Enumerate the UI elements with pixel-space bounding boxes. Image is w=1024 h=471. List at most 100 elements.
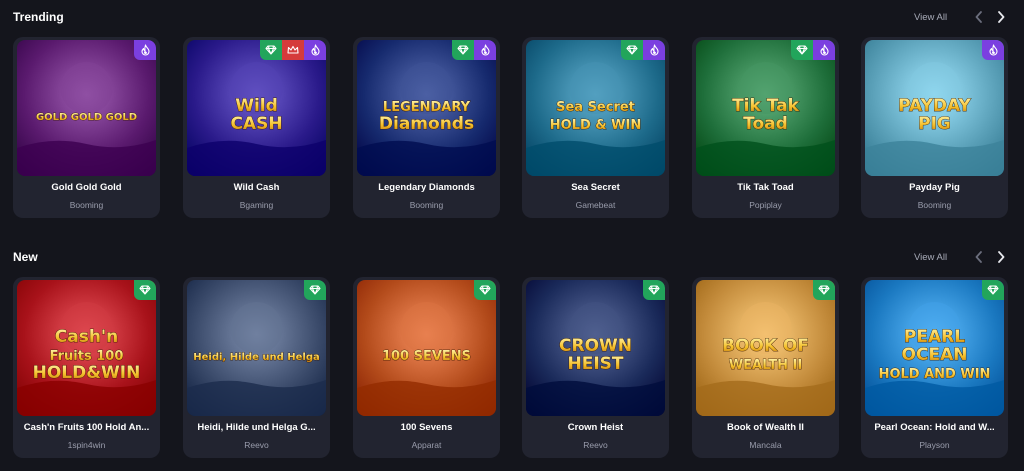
- game-thumbnail[interactable]: Tik Tak Toad: [696, 40, 835, 176]
- game-logo-text: HOLD AND WIN: [879, 367, 991, 382]
- game-thumbnail[interactable]: CROWN HEIST: [526, 280, 665, 416]
- game-artwork: Sea Secret HOLD & WIN: [526, 40, 665, 176]
- diamond-icon: [474, 280, 496, 300]
- game-card[interactable]: GOLD GOLD GOLD Gold Gold Gold Booming: [13, 37, 160, 218]
- chevron-left-icon: [975, 11, 982, 23]
- game-artwork: GOLD GOLD GOLD: [17, 40, 156, 176]
- game-logo-text: Tik Tak: [732, 96, 800, 116]
- game-thumbnail[interactable]: PAYDAY PIG: [865, 40, 1004, 176]
- game-artwork: Tik TakToad: [696, 40, 835, 176]
- game-provider: 1spin4win: [67, 440, 106, 450]
- game-thumbnail[interactable]: Wild CASH: [187, 40, 326, 176]
- trending-games-row: GOLD GOLD GOLD Gold Gold Gold Booming Wild C…: [0, 37, 1024, 220]
- diamond-icon: [813, 280, 835, 300]
- game-title: Pearl Ocean: Hold and W...: [874, 422, 995, 433]
- game-provider: Apparat: [411, 440, 442, 450]
- carousel-next-button[interactable]: [994, 8, 1008, 26]
- game-logo-text: CASH: [230, 114, 282, 134]
- game-artwork: WildCASH: [187, 40, 326, 176]
- game-artwork: LEGENDARYDiamonds: [357, 40, 496, 176]
- game-provider: Popiplay: [749, 200, 782, 210]
- game-artwork: Heidi, Hilde und Helga: [187, 280, 326, 416]
- new-section: New View All Cash'n Fruits 100 HOLD&WIN Cas…: [0, 240, 1024, 458]
- game-card[interactable]: PAYDAY PIG Payday Pig Booming: [861, 37, 1008, 218]
- game-provider: Playson: [919, 440, 950, 450]
- game-logo-text: OCEAN: [902, 345, 968, 365]
- game-logo-text: PIG: [918, 114, 951, 134]
- game-logo-text: PAYDAY: [898, 96, 971, 116]
- diamond-icon: [791, 40, 813, 60]
- game-artwork: Cash'n Fruits 100HOLD&WIN: [17, 280, 156, 416]
- game-thumbnail[interactable]: PEARL OCEAN HOLD AND WIN: [865, 280, 1004, 416]
- game-title: 100 Sevens: [400, 422, 453, 433]
- game-badges: [791, 40, 835, 60]
- game-artwork: PAYDAYPIG: [865, 40, 1004, 176]
- game-logo-text: Sea Secret: [556, 100, 635, 115]
- game-logo-text: CROWN: [559, 336, 632, 356]
- game-title: Wild Cash: [233, 182, 280, 193]
- game-title: Payday Pig: [909, 182, 960, 193]
- game-logo-text: HOLD&WIN: [33, 363, 141, 383]
- game-provider: Reevo: [244, 440, 269, 450]
- flame-icon: [304, 40, 326, 60]
- game-card[interactable]: Cash'n Fruits 100 HOLD&WIN Cash'n Fruits 10…: [13, 277, 160, 458]
- trending-section: Trending View All GOLD GOLD GOLD Gold Gol…: [0, 0, 1024, 218]
- game-logo-text: GOLD GOLD GOLD: [36, 112, 137, 123]
- diamond-icon: [982, 280, 1004, 300]
- carousel-next-button[interactable]: [994, 248, 1008, 266]
- game-badges: [474, 280, 496, 300]
- game-title: Cash'n Fruits 100 Hold An...: [23, 422, 150, 433]
- game-card[interactable]: Wild CASH Wild Cash Bgaming: [183, 37, 330, 218]
- game-thumbnail[interactable]: LEGENDARY Diamonds: [357, 40, 496, 176]
- game-provider: Booming: [69, 200, 104, 210]
- game-logo-text: 100 SEVENS: [382, 349, 471, 364]
- game-thumbnail[interactable]: Sea Secret HOLD & WIN: [526, 40, 665, 176]
- game-logo-text: LEGENDARY: [383, 100, 471, 115]
- game-logo-text: Cash'n: [55, 327, 118, 347]
- trending-header: Trending View All: [0, 0, 1024, 34]
- flame-icon: [134, 40, 156, 60]
- game-provider: Booming: [917, 200, 952, 210]
- game-card[interactable]: BOOK OF WEALTH II Book of Wealth II Mancala: [692, 277, 839, 458]
- chevron-right-icon: [998, 251, 1005, 263]
- game-card[interactable]: PEARL OCEAN HOLD AND WIN Pearl Ocean: Hold …: [861, 277, 1008, 458]
- game-title: Sea Secret: [571, 182, 620, 193]
- chevron-right-icon: [998, 11, 1005, 23]
- flame-icon: [474, 40, 496, 60]
- diamond-icon: [260, 40, 282, 60]
- section-title: New: [13, 250, 38, 264]
- diamond-icon: [452, 40, 474, 60]
- chevron-left-icon: [975, 251, 982, 263]
- game-thumbnail[interactable]: BOOK OF WEALTH II: [696, 280, 835, 416]
- game-card[interactable]: CROWN HEIST Crown Heist Reevo: [522, 277, 669, 458]
- game-provider: Gamebeat: [575, 200, 616, 210]
- game-card[interactable]: 100 SEVENS 100 Sevens Apparat: [353, 277, 500, 458]
- view-all-link[interactable]: View All: [914, 252, 947, 263]
- game-thumbnail[interactable]: 100 SEVENS: [357, 280, 496, 416]
- game-badges: [304, 280, 326, 300]
- view-all-link[interactable]: View All: [914, 12, 947, 23]
- game-logo-text: WEALTH II: [729, 358, 802, 373]
- game-logo-text: Diamonds: [379, 114, 474, 134]
- game-provider: Reevo: [583, 440, 608, 450]
- game-badges: [621, 40, 665, 60]
- game-logo-text: Toad: [743, 114, 788, 134]
- game-thumbnail[interactable]: Cash'n Fruits 100 HOLD&WIN: [17, 280, 156, 416]
- game-thumbnail[interactable]: Heidi, Hilde und Helga: [187, 280, 326, 416]
- game-badges: [134, 280, 156, 300]
- game-card[interactable]: Heidi, Hilde und Helga Heidi, Hilde und H…: [183, 277, 330, 458]
- game-badges: [260, 40, 326, 60]
- game-provider: Booming: [409, 200, 444, 210]
- game-badges: [982, 40, 1004, 60]
- game-card[interactable]: LEGENDARY Diamonds Legendary Diamonds Boomi…: [353, 37, 500, 218]
- flame-icon: [643, 40, 665, 60]
- diamond-icon: [621, 40, 643, 60]
- game-card[interactable]: Tik Tak Toad Tik Tak Toad Popiplay: [692, 37, 839, 218]
- carousel-prev-button[interactable]: [972, 248, 986, 266]
- game-title: Heidi, Hilde und Helga G...: [197, 422, 316, 433]
- game-provider: Mancala: [749, 440, 782, 450]
- carousel-prev-button[interactable]: [972, 8, 986, 26]
- game-thumbnail[interactable]: GOLD GOLD GOLD: [17, 40, 156, 176]
- game-card[interactable]: Sea Secret HOLD & WIN Sea Secret Gamebeat: [522, 37, 669, 218]
- game-logo-text: BOOK OF: [722, 336, 809, 356]
